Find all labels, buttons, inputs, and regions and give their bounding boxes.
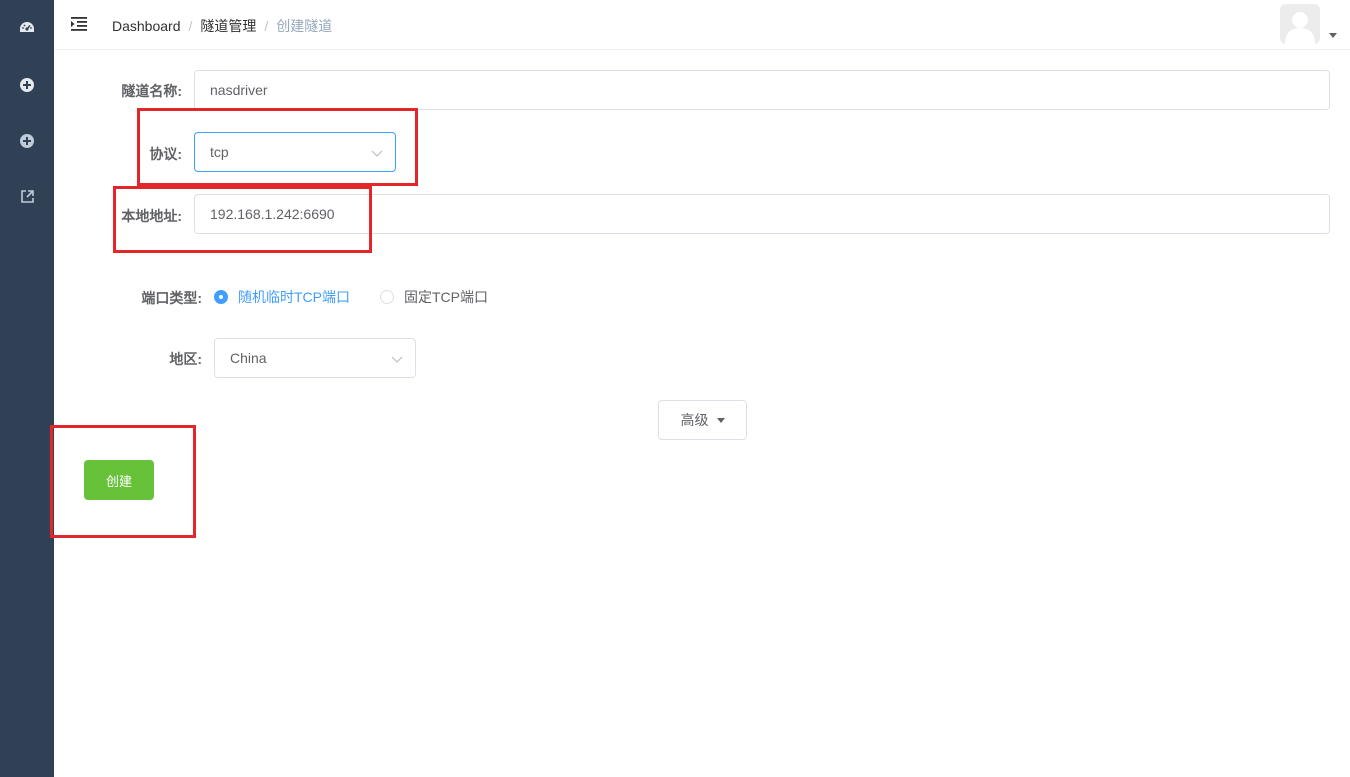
advanced-toggle-button[interactable]: 高级: [658, 400, 747, 440]
radio-checked-icon: [214, 290, 228, 304]
breadcrumb-create-tunnel: 创建隧道: [276, 18, 333, 34]
radio-unchecked-icon: [380, 290, 394, 304]
region-label: 地区:: [169, 351, 202, 367]
breadcrumb-separator: /: [264, 18, 269, 34]
protocol-select-value: tcp: [210, 144, 229, 160]
tunnel-name-input[interactable]: nasdriver: [194, 70, 1330, 110]
sidebar: [0, 0, 54, 777]
radio-fixed-tcp-port[interactable]: 固定TCP端口: [380, 287, 488, 307]
add-circle-icon[interactable]: [17, 131, 37, 151]
breadcrumb-separator: /: [188, 18, 193, 34]
top-navbar: Dashboard / 隧道管理 / 创建隧道: [54, 0, 1350, 50]
dashboard-icon[interactable]: [17, 18, 37, 38]
chevron-down-icon: [371, 150, 383, 157]
breadcrumb-tunnel-management[interactable]: 隧道管理: [200, 16, 256, 36]
region-select-value: China: [230, 350, 267, 366]
radio-random-tcp-port[interactable]: 随机临时TCP端口: [214, 287, 350, 307]
region-select[interactable]: China: [214, 338, 416, 378]
local-address-input[interactable]: 192.168.1.242:6690: [194, 194, 1330, 234]
add-circle-icon[interactable]: [17, 75, 37, 95]
breadcrumb-dashboard[interactable]: Dashboard: [112, 18, 181, 34]
tunnel-name-label: 隧道名称:: [121, 83, 182, 99]
create-button[interactable]: 创建: [84, 460, 154, 500]
port-type-radio-group: 随机临时TCP端口 固定TCP端口: [214, 287, 518, 307]
radio-random-tcp-port-label: 随机临时TCP端口: [238, 289, 350, 305]
breadcrumb: Dashboard / 隧道管理 / 创建隧道: [112, 16, 332, 36]
local-address-label: 本地地址:: [121, 208, 182, 224]
protocol-label: 协议:: [149, 146, 182, 162]
advanced-toggle-label: 高级: [680, 412, 709, 428]
caret-down-icon: [716, 417, 725, 423]
external-link-icon[interactable]: [17, 186, 37, 206]
port-type-label: 端口类型:: [141, 290, 202, 306]
user-menu-caret-icon[interactable]: [1329, 33, 1337, 38]
chevron-down-icon: [391, 356, 403, 363]
avatar[interactable]: [1280, 4, 1320, 44]
radio-fixed-tcp-port-label: 固定TCP端口: [404, 289, 488, 305]
protocol-select[interactable]: tcp: [194, 132, 396, 172]
menu-toggle-icon[interactable]: [70, 15, 88, 33]
